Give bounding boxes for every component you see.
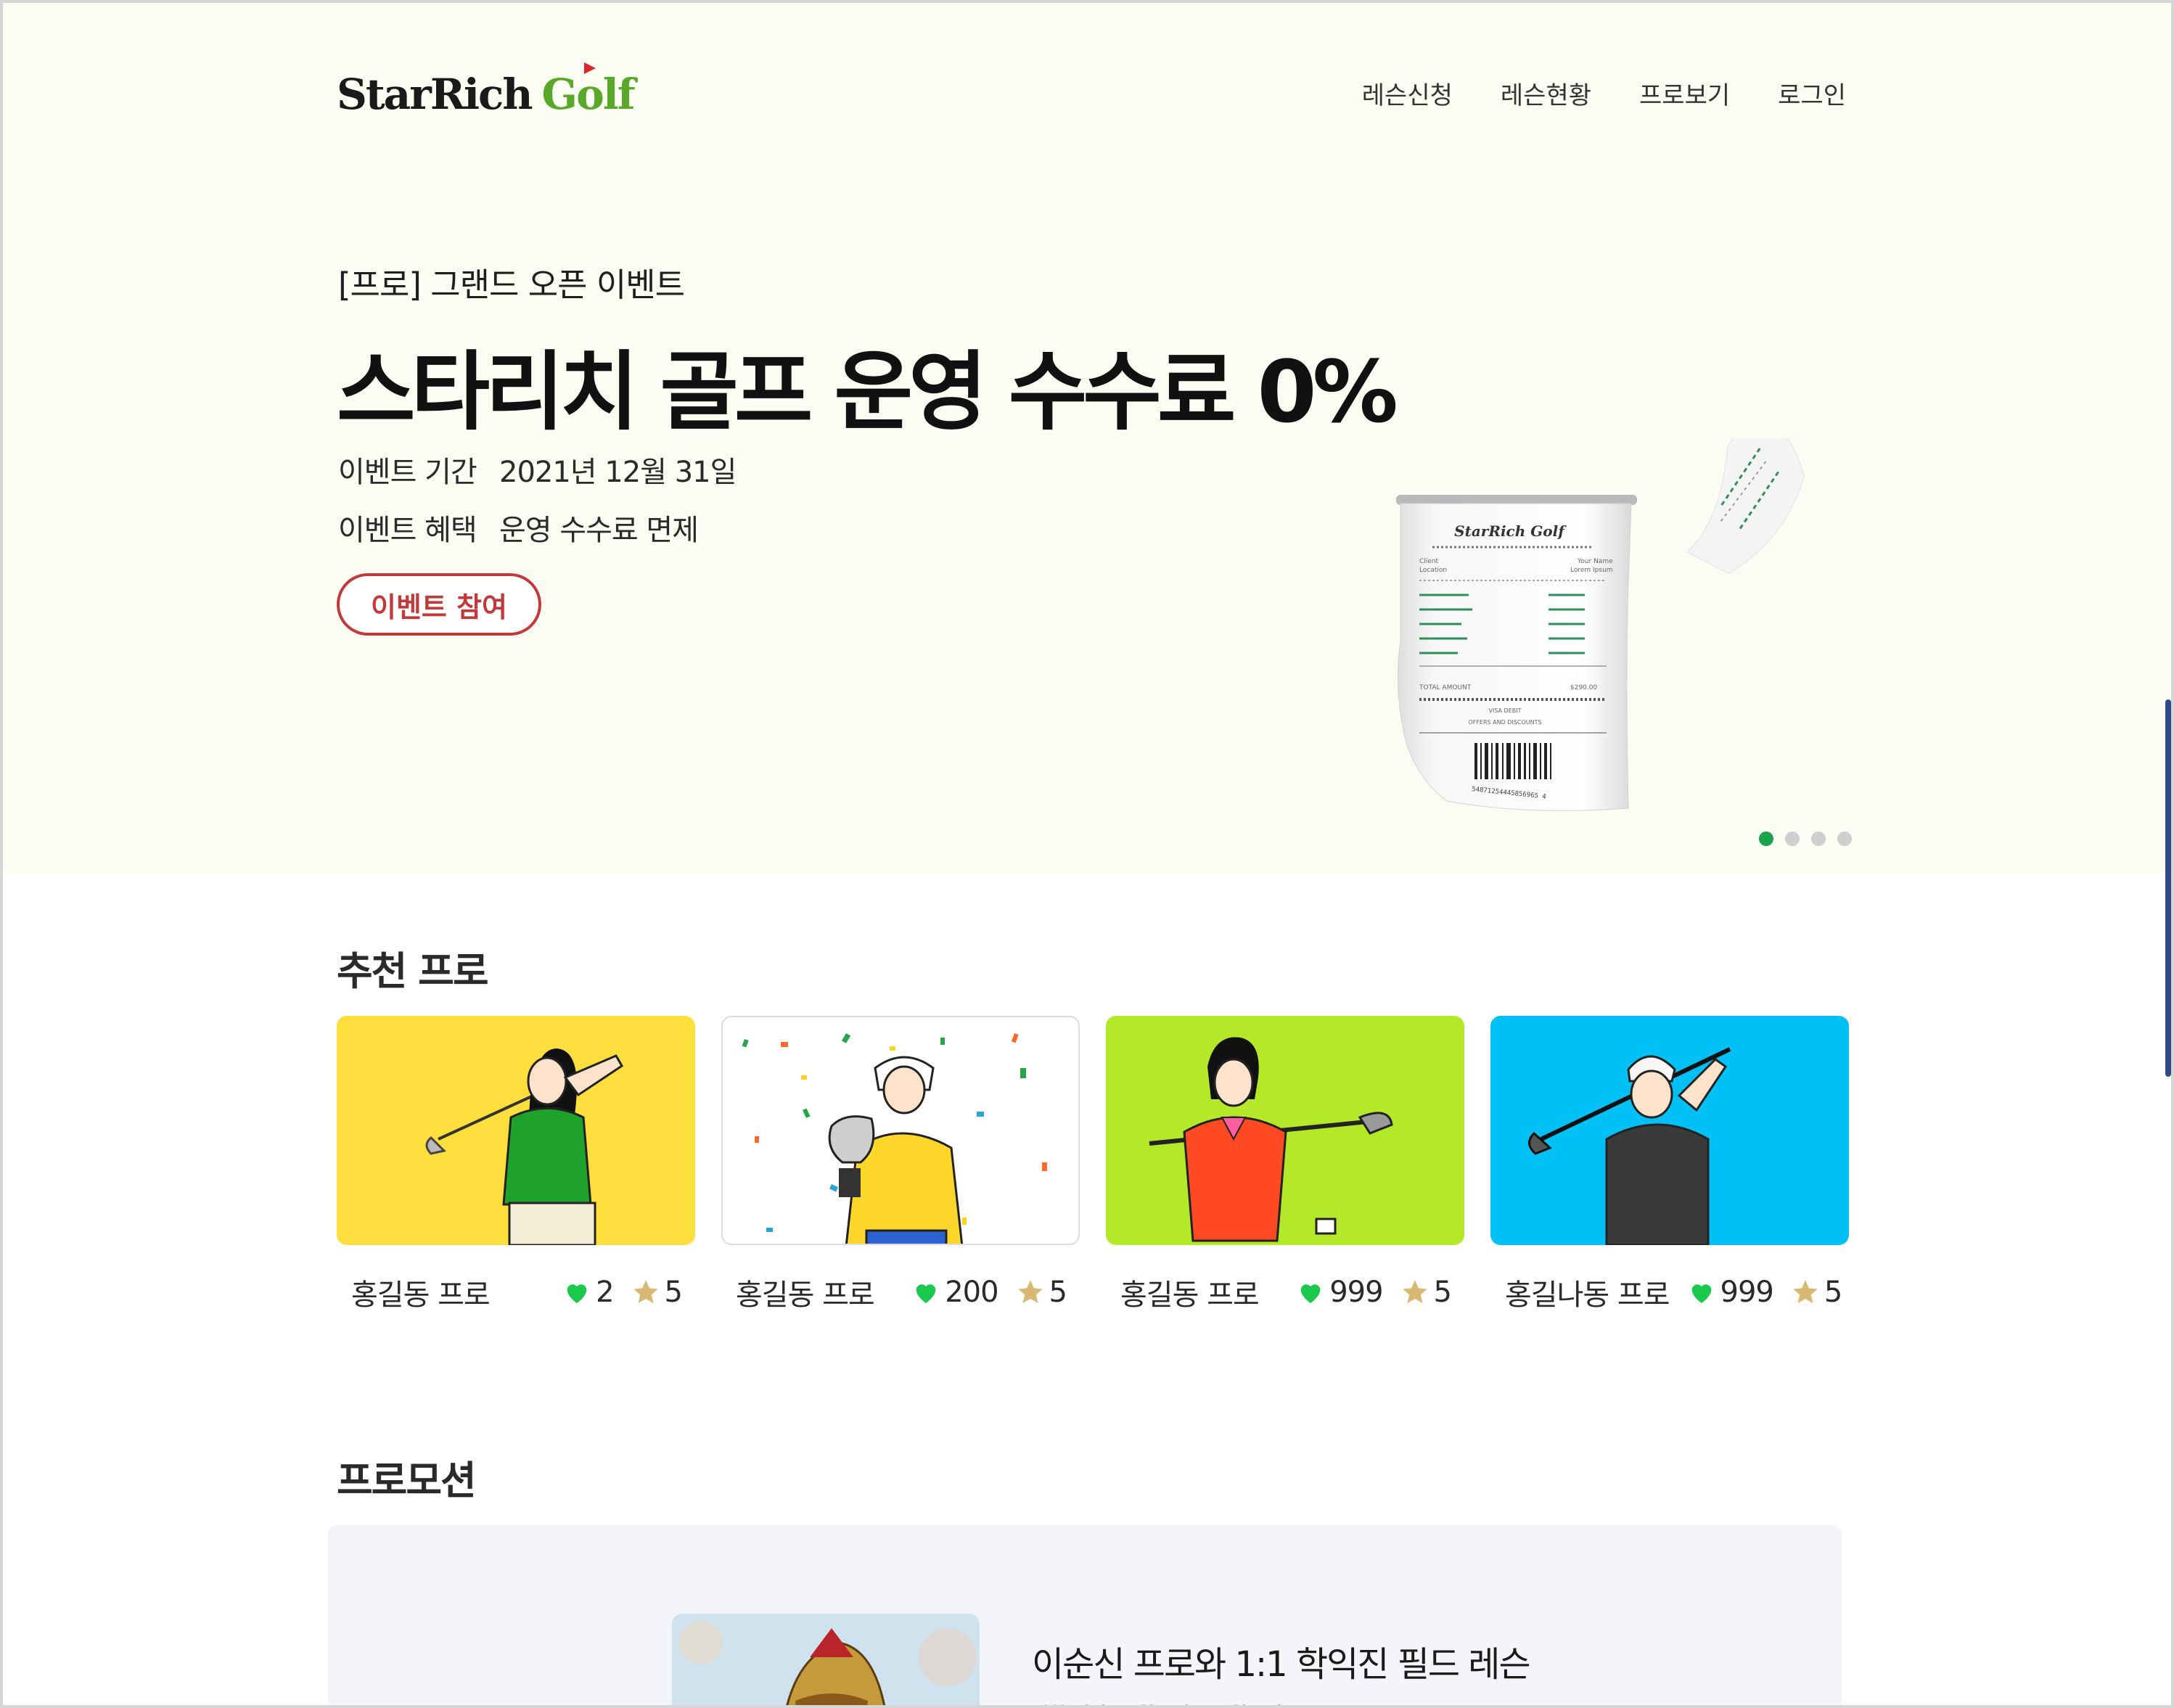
- pro-rating: 5: [1400, 1276, 1452, 1309]
- flag-icon: [583, 62, 596, 74]
- receipt-location: Location: [1419, 567, 1447, 574]
- page-frame: StarRich Golf 레슨신청 레슨현황 프로보기 로그인 [프로] 그랜…: [0, 0, 2174, 1708]
- star-icon: [1793, 1280, 1818, 1304]
- pro-likes-count: 200: [945, 1276, 998, 1309]
- pro-likes-count: 999: [1720, 1276, 1774, 1309]
- pro-likes[interactable]: 200: [911, 1276, 999, 1309]
- logo-accent-text: Golf: [542, 62, 636, 119]
- logo-main-text: StarRich: [337, 70, 533, 119]
- nav-lesson-apply[interactable]: 레슨신청: [1362, 75, 1453, 111]
- pro-name[interactable]: 홍길동 프로: [1120, 1271, 1279, 1313]
- pro-rating-value: 5: [664, 1276, 683, 1309]
- pro-likes-count: 2: [596, 1276, 614, 1309]
- promotion-item-title[interactable]: 이순신 프로와 1:1 학익진 필드 레슨: [1032, 1635, 1531, 1686]
- carousel-dot[interactable]: [1759, 832, 1773, 846]
- event-benefit-label: 이벤트 혜택: [338, 514, 477, 547]
- pro-rating-value: 5: [1824, 1276, 1842, 1309]
- pro-likes[interactable]: 999: [1687, 1276, 1774, 1309]
- event-period-label: 이벤트 기간: [338, 456, 477, 489]
- pro-likes[interactable]: 999: [1296, 1276, 1384, 1309]
- recommended-title: 추천 프로: [337, 948, 489, 994]
- event-period-value: 2021년 12월 31일: [499, 456, 737, 489]
- pro-image[interactable]: [721, 1016, 1080, 1245]
- promotion-image[interactable]: [672, 1614, 980, 1705]
- scrollbar[interactable]: [2165, 699, 2171, 1077]
- heart-icon: [567, 1284, 587, 1303]
- heart-icon: [916, 1284, 936, 1303]
- star-icon: [1402, 1280, 1427, 1304]
- logo[interactable]: StarRich Golf: [337, 62, 636, 119]
- pro-likes[interactable]: 2: [562, 1276, 615, 1309]
- star-icon: [633, 1280, 658, 1304]
- heart-icon: [1691, 1284, 1711, 1303]
- pro-rating-value: 5: [1433, 1276, 1452, 1309]
- nav-lesson-status[interactable]: 레슨현황: [1501, 75, 1591, 111]
- star-icon: [1017, 1280, 1043, 1304]
- pro-card[interactable]: 홍길동 프로 2 5: [337, 1016, 695, 1321]
- pro-rating-value: 5: [1049, 1276, 1067, 1309]
- receipt-total-value: $290.00: [1570, 684, 1597, 691]
- pro-image[interactable]: [1106, 1016, 1464, 1245]
- carousel-dot[interactable]: [1785, 832, 1800, 846]
- receipt-lorem: Lorem Ipsum: [1570, 567, 1613, 574]
- pro-rating: 5: [1016, 1276, 1067, 1309]
- receipt-offers: OFFERS AND DISCOUNTS: [1468, 719, 1541, 726]
- pro-card[interactable]: 홍길동 프로 999 5: [1106, 1016, 1464, 1321]
- pro-card[interactable]: 홍길나동 프로 999 5: [1490, 1016, 1849, 1321]
- carousel-dot[interactable]: [1837, 832, 1852, 846]
- pro-meta: 홍길동 프로 999 5: [1120, 1271, 1452, 1313]
- event-benefit-value: 운영 수수료 면제: [499, 514, 699, 547]
- pro-card[interactable]: 홍길동 프로 200 5: [721, 1016, 1080, 1321]
- hero-title: 스타리치 골프 운영 수수료 0%: [337, 342, 1398, 442]
- flying-receipt: [1686, 402, 1805, 575]
- carousel-dots: [1759, 832, 1852, 846]
- pro-name[interactable]: 홍길동 프로: [351, 1271, 545, 1313]
- promotion-item-period: 시한 기간 · 3월 1일 ~ 3월 5일: [1032, 1699, 1282, 1705]
- hero-banner: StarRich Golf 레슨신청 레슨현황 프로보기 로그인 [프로] 그랜…: [3, 3, 2171, 874]
- pro-rating: 5: [631, 1276, 683, 1309]
- promotion-title: 프로모션: [337, 1458, 477, 1503]
- receipt-your-name: Your Name: [1577, 558, 1613, 565]
- carousel-dot[interactable]: [1811, 832, 1826, 846]
- recommended-pros: 홍길동 프로 2 5 홍길동 프로 200 5 홍길동 프로 999 5 홍길나…: [337, 1016, 1850, 1321]
- nav-view-pros[interactable]: 프로보기: [1639, 75, 1730, 111]
- pro-rating: 5: [1791, 1276, 1842, 1309]
- receipt-illustration: StarRich Golf Client Location Your Name …: [1338, 402, 1861, 845]
- nav-login[interactable]: 로그인: [1778, 75, 1846, 111]
- receipt-brand: StarRich Golf: [1454, 522, 1567, 540]
- pro-name[interactable]: 홍길나동 프로: [1505, 1271, 1670, 1313]
- receipt-client: Client: [1419, 558, 1439, 565]
- pro-image[interactable]: [337, 1016, 695, 1245]
- event-join-button[interactable]: 이벤트 참여: [337, 573, 541, 636]
- hero-info: 이벤트 기간 2021년 12월 31일 이벤트 혜택 운영 수수료 면제: [338, 448, 737, 549]
- pro-name[interactable]: 홍길동 프로: [736, 1271, 894, 1313]
- receipt-total-label: TOTAL AMOUNT: [1419, 684, 1472, 691]
- pro-image[interactable]: [1490, 1016, 1849, 1245]
- pro-meta: 홍길동 프로 200 5: [736, 1271, 1067, 1313]
- main-nav: 레슨신청 레슨현황 프로보기 로그인: [1362, 75, 1846, 111]
- pro-meta: 홍길동 프로 2 5: [351, 1271, 683, 1313]
- pro-meta: 홍길나동 프로 999 5: [1505, 1271, 1842, 1313]
- pro-likes-count: 999: [1329, 1276, 1383, 1309]
- hero-subtitle: [프로] 그랜드 오픈 이벤트: [338, 266, 685, 304]
- receipt-visa: VISA DEBIT: [1488, 707, 1521, 714]
- heart-icon: [1300, 1284, 1321, 1303]
